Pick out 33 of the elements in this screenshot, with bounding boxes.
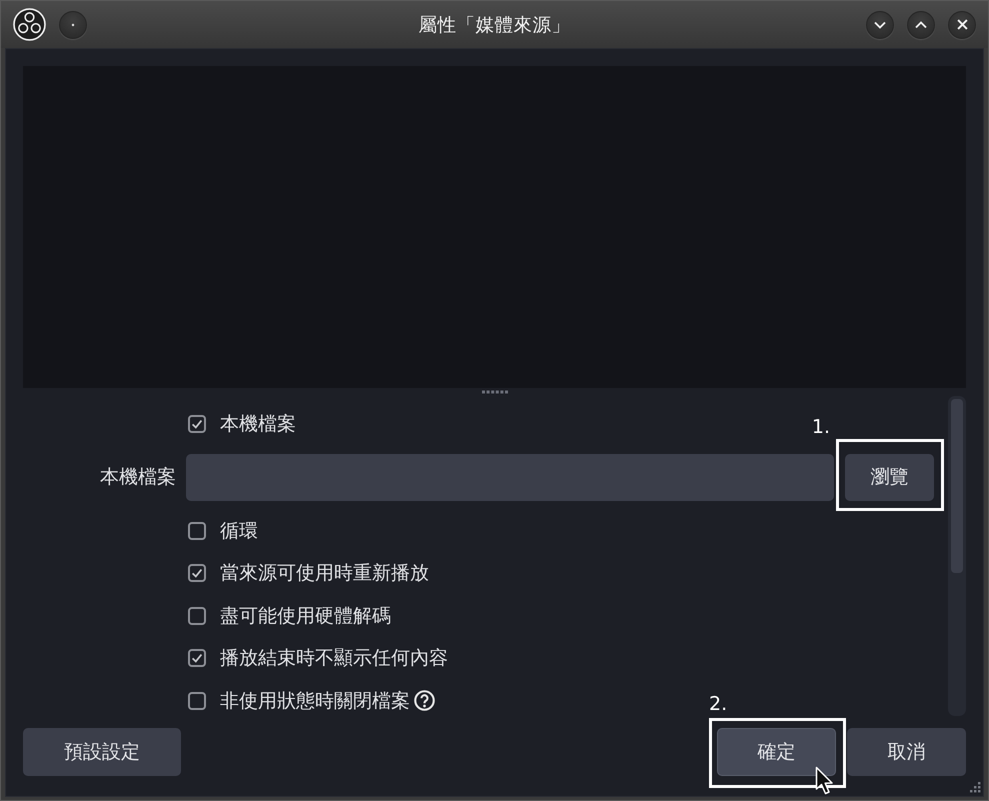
maximize-button[interactable] [907,10,935,38]
minimize-button[interactable] [866,10,894,38]
defaults-button[interactable]: 預設設定 [23,728,181,776]
close-icon [956,19,968,30]
checkbox[interactable] [188,415,206,434]
window-title: 屬性「媒體來源」 [418,14,570,37]
checkbox-label[interactable]: 盡可能使用硬體解碼 [220,602,391,629]
ok-button[interactable]: 確定 [717,728,836,776]
checkbox-label[interactable]: 當來源可使用時重新播放 [220,560,429,586]
checkbox-label[interactable]: 播放結束時不顯示任何內容 [220,645,448,672]
field-label: 本機檔案 [99,465,176,490]
scrollbar-thumb[interactable] [951,399,963,573]
file-path-field[interactable] [186,454,834,500]
chevron-up-icon [915,20,927,28]
cancel-button[interactable]: 取消 [847,728,966,776]
chevron-down-icon [874,20,886,28]
checkbox[interactable] [188,606,206,625]
annotation-label: 1. [812,418,830,436]
browse-button[interactable]: 瀏覽 [845,454,934,500]
checkbox[interactable] [188,564,206,582]
app-logo-icon [13,8,46,41]
checkbox-label[interactable]: 本機檔案 [220,411,296,438]
checkbox[interactable] [188,649,206,668]
splitter-handle-icon[interactable] [482,390,508,394]
annotation-label: 2. [709,695,728,714]
close-button[interactable] [948,10,976,38]
checkbox[interactable] [188,692,206,710]
checkbox-label[interactable]: 非使用狀態時關閉檔案 [220,688,410,714]
dot-icon [71,22,75,26]
checkbox[interactable] [188,522,206,540]
mouse-pointer-icon [815,766,835,796]
checkbox-label[interactable]: 循環 [220,518,258,544]
scrollbar-track[interactable] [948,396,966,716]
